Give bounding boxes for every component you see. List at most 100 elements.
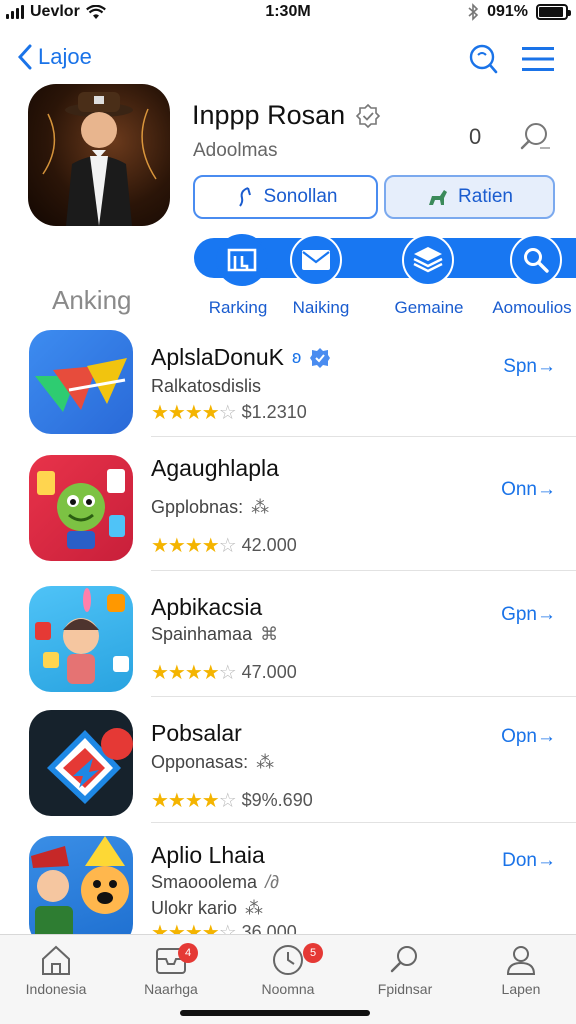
app-icon[interactable] [29, 836, 133, 934]
category-label[interactable]: Gemaine [386, 298, 472, 318]
app-rating-value: $1.2310 [241, 402, 307, 422]
app-subtitle: Ralkatosdislis [151, 376, 262, 396]
get-button[interactable]: Gpn→ [501, 604, 556, 626]
get-button[interactable]: Onn→ [501, 479, 556, 501]
app-name: Agaughlapla [151, 455, 279, 481]
app-rating-value: 47.000 [241, 662, 297, 682]
get-button[interactable]: Don→ [502, 850, 556, 872]
app-subtitle: Smaooolema [151, 872, 258, 892]
bluetooth-icon [468, 3, 479, 21]
status-right: 091% [467, 3, 571, 21]
tab-profile[interactable]: Lapen [466, 943, 576, 997]
link-icon: ʚ [291, 347, 302, 367]
category-mail-button[interactable] [290, 234, 342, 286]
app-icon[interactable] [29, 710, 133, 816]
primary-action-button[interactable]: Sonollan [193, 175, 378, 219]
category-book-button[interactable] [216, 234, 268, 286]
list-item[interactable]: Agaughlapla Gpplobnas: ⁂ ★★★★☆ 42.000 On… [0, 455, 576, 561]
notification-badge: 4 [178, 943, 198, 963]
tab-label: Noomna [261, 981, 315, 997]
app-rating: ★★★★☆ $1.2310 [151, 400, 307, 425]
app-icon[interactable] [29, 330, 133, 434]
nav-bar: Lajoe [0, 38, 576, 82]
app-name-row: AplslaDonuK ʚ [151, 344, 331, 371]
list-item[interactable]: Aplio Lhaia Smaooolema /∂ Ulokr kario ⁂ … [0, 836, 576, 934]
chat-search-icon[interactable] [466, 42, 500, 76]
book-icon [227, 248, 257, 272]
featured-count: 0 [469, 124, 482, 149]
battery-icon [536, 4, 571, 20]
tab-clock[interactable]: Noomna 5 [233, 943, 343, 997]
menu-icon[interactable] [520, 44, 556, 74]
app-rating-value: 36.000 [241, 922, 297, 934]
battery-level [539, 7, 563, 17]
star-rating: ★★★★☆ [151, 790, 237, 812]
divider [151, 822, 576, 823]
app-subtitle: Gpplobnas: [151, 497, 244, 517]
tab-search[interactable]: Fpidnsar [350, 943, 460, 997]
tab-label: Fpidnsar [377, 981, 433, 997]
clock-icon [273, 945, 303, 975]
app-subtitle-secondary: Ulokr kario [151, 898, 238, 918]
bookmark-icon [238, 187, 251, 207]
divider [151, 436, 576, 437]
app-name: Apbikacsia [151, 594, 263, 620]
edit-icon: /∂ [265, 872, 279, 892]
section-title: Anking [52, 285, 132, 315]
secondary-action-button[interactable]: Ratien [384, 175, 555, 219]
app-subtitle-row: Opponasas: ⁂ [151, 752, 274, 773]
app-subtitle: Opponasas: [151, 752, 249, 772]
featured-app-icon[interactable] [28, 84, 170, 226]
app-subtitle-row: Smaooolema /∂ [151, 872, 279, 893]
back-label: Lajoe [38, 44, 92, 69]
hashtag-icon: ⁂ [245, 898, 264, 918]
primary-action-label: Sonollan [263, 186, 338, 207]
status-bar: Uevlor 1:30M 091% [0, 0, 576, 28]
app-name: Pobsalar [151, 720, 242, 746]
category-label[interactable]: Aomoulios [488, 298, 576, 318]
verified-badge-icon [355, 103, 381, 128]
back-button[interactable]: Lajoe [18, 44, 92, 70]
person-icon [506, 946, 536, 975]
app-rating: ★★★★☆ 36.000 [151, 920, 297, 934]
tab-label: Lapen [501, 981, 541, 997]
secondary-action-label: Ratien [458, 186, 513, 207]
app-subtitle-row: Gpplobnas: ⁂ [151, 497, 269, 518]
tab-inbox[interactable]: Naarhga 4 [116, 943, 226, 997]
mail-icon [302, 250, 330, 270]
search-icon [390, 946, 417, 973]
get-button[interactable]: Opn→ [501, 726, 556, 748]
home-indicator [180, 1010, 370, 1016]
list-item[interactable]: Apbikacsia Spainhamaa ⌘ ★★★★☆ 47.000 Gpn… [0, 586, 576, 692]
category-label[interactable]: Naiking [280, 298, 362, 318]
featured-subtitle: Adoolmas [193, 140, 278, 161]
chevron-left-icon [18, 44, 32, 70]
app-subtitle-row: Spainhamaa ⌘ [151, 624, 278, 645]
verified-icon [310, 347, 331, 368]
app-rating: ★★★★☆ 42.000 [151, 533, 297, 558]
category-label[interactable]: Rarking [198, 298, 278, 318]
category-layers-button[interactable] [402, 234, 454, 286]
hashtag-icon: ⁂ [256, 752, 275, 772]
layers-icon [413, 247, 443, 273]
home-icon [42, 945, 70, 975]
app-icon[interactable] [29, 586, 133, 692]
list-item[interactable]: AplslaDonuK ʚ Ralkatosdislis ★★★★☆ $1.23… [0, 330, 576, 434]
app-name: AplslaDonuK [151, 344, 284, 370]
app-rating: ★★★★☆ $9%.690 [151, 788, 313, 813]
tab-home[interactable]: Indonesia [1, 943, 111, 997]
pet-icon [429, 190, 448, 205]
app-rating-value: $9%.690 [241, 790, 313, 810]
star-rating: ★★★★☆ [151, 535, 237, 557]
app-icon[interactable] [29, 455, 133, 561]
app-rating-value: 42.000 [241, 535, 297, 555]
search-icon[interactable] [518, 120, 552, 154]
featured-title: Inppp Rosan [192, 100, 346, 130]
list-item[interactable]: Pobsalar Opponasas: ⁂ ★★★★☆ $9%.690 Opn→ [0, 710, 576, 816]
star-rating: ★★★★☆ [151, 662, 237, 684]
star-rating: ★★★★☆ [151, 402, 237, 424]
tab-label: Indonesia [25, 981, 87, 997]
get-button[interactable]: Spn→ [503, 356, 556, 378]
category-search-button[interactable] [510, 234, 562, 286]
app-subtitle: Spainhamaa [151, 624, 253, 644]
